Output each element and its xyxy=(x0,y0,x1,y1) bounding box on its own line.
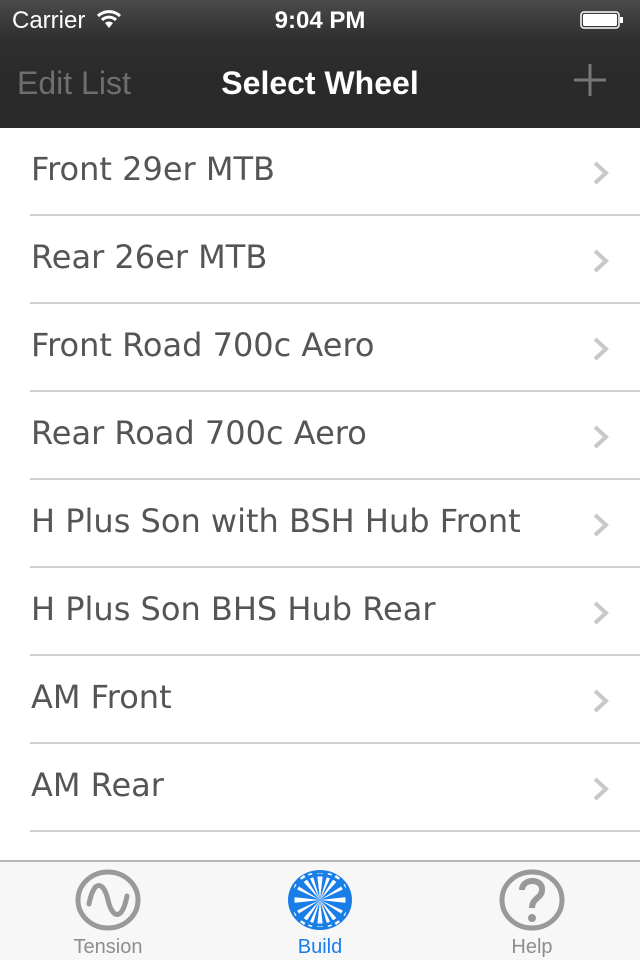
tab-label: Help xyxy=(511,936,553,958)
list-item-label: Rear Road 700c Aero xyxy=(31,414,367,452)
list-item[interactable]: AM Front xyxy=(0,656,640,744)
tab-label: Tension xyxy=(73,936,143,958)
tab-build[interactable]: Build xyxy=(240,862,400,962)
tab-tension[interactable]: Tension xyxy=(28,862,188,962)
chevron-right-icon xyxy=(593,513,609,537)
chevron-right-icon xyxy=(593,249,609,273)
chevron-right-icon xyxy=(593,689,609,713)
chevron-right-icon xyxy=(593,601,609,625)
wheel-icon xyxy=(288,870,352,930)
list-item[interactable]: H Plus Son BHS Hub Rear xyxy=(0,568,640,656)
list-item-label: AM Front xyxy=(31,678,172,716)
wheel-list: Front 29er MTB Rear 26er MTB Front Road … xyxy=(0,128,640,860)
question-icon xyxy=(499,869,565,931)
nav-bar: Edit List Select Wheel xyxy=(0,40,640,128)
page-title: Select Wheel xyxy=(221,65,419,101)
plus-icon[interactable] xyxy=(570,60,610,100)
list-item-label: Rear 26er MTB xyxy=(31,238,268,276)
chevron-right-icon xyxy=(593,337,609,361)
tab-label: Build xyxy=(297,936,343,958)
tab-bar: Tension Build Help xyxy=(0,860,640,960)
tab-help[interactable]: Help xyxy=(452,862,612,962)
list-item[interactable]: Rear Road 700c Aero xyxy=(0,392,640,480)
list-item-label: AM Rear xyxy=(31,766,164,804)
list-item-label: Front Road 700c Aero xyxy=(31,326,375,364)
list-item[interactable]: Front Road 700c Aero xyxy=(0,304,640,392)
chevron-right-icon xyxy=(593,777,609,801)
list-item[interactable]: Rear 26er MTB xyxy=(0,216,640,304)
list-item[interactable]: Front 29er MTB xyxy=(0,128,640,216)
status-time: 9:04 PM xyxy=(274,7,366,34)
sine-wave-icon xyxy=(75,869,141,931)
status-bar: Carrier 9:04 PM xyxy=(0,0,640,40)
divider xyxy=(30,830,640,832)
list-item-label: Front 29er MTB xyxy=(31,150,275,188)
list-item-label: H Plus Son with BSH Hub Front xyxy=(31,502,521,540)
list-item-label: H Plus Son BHS Hub Rear xyxy=(31,590,436,628)
header: Carrier 9:04 PM Edit List Select Wheel xyxy=(0,0,640,128)
list-item[interactable]: H Plus Son with BSH Hub Front xyxy=(0,480,640,568)
battery-icon xyxy=(580,11,623,29)
chevron-right-icon xyxy=(593,161,609,185)
chevron-right-icon xyxy=(593,425,609,449)
list-item[interactable]: AM Rear xyxy=(0,744,640,832)
